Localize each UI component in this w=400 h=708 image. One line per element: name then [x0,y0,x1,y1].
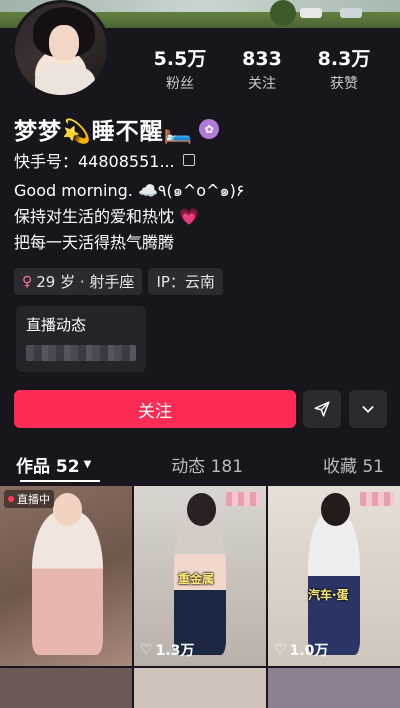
like-count: ♡ 1.3万 [140,640,194,660]
profile-name: 梦梦💫睡不醒🛏️ [14,119,194,145]
content-tabs: 作品 52 ▼ 动态 181 收藏 51 [0,444,400,484]
user-id-row: 快手号：44808551... [14,148,195,172]
tab-label: 作品 52 [16,456,80,477]
tab-favorites[interactable]: 收藏 51 [323,452,384,477]
active-tab-indicator [20,480,100,482]
live-now-badge: 直播中 [4,490,54,508]
chevron-down-icon [362,406,374,413]
video-thumbnail[interactable] [0,668,132,708]
video-caption: 汽车·蛋 [308,588,349,602]
like-count-value: 1.3万 [155,643,195,659]
like-count-value: 1.0万 [289,643,329,659]
stat-followers[interactable]: 5.5万 粉丝 [140,48,220,93]
blurred-tag [360,492,394,506]
blurred-tag [226,492,260,506]
share-button[interactable] [303,390,341,428]
avatar[interactable] [12,0,110,98]
stat-label: 粉丝 [166,76,194,92]
thumbnail-head [186,493,216,526]
copy-icon[interactable] [182,154,195,166]
live-dot-icon [8,496,14,502]
video-grid: 直播中 重金属 ♡ 1.3万 汽车·蛋 ♡ 1.0万 [0,486,400,708]
age-tag: ♀ 29 岁 · 射手座 [14,268,143,295]
female-icon: ♀ [22,273,33,290]
profile-stats: 5.5万 粉丝 833 关注 8.3万 获赞 [140,48,384,93]
thumbnail-head [320,493,350,526]
tag-label: 29 岁 · 射手座 [36,273,135,291]
heart-icon: ♡ [140,642,153,658]
video-thumbnail[interactable]: 汽车·蛋 ♡ 1.0万 [268,486,400,666]
video-caption: 重金属 [178,572,215,586]
stat-value: 8.3万 [317,48,371,70]
tab-moments[interactable]: 动态 181 [171,452,243,477]
live-card-title: 直播动态 [26,316,87,334]
live-activity-card[interactable]: 直播动态 [16,306,146,372]
caret-down-icon: ▼ [83,458,92,470]
stat-likes[interactable]: 8.3万 获赞 [304,48,384,93]
profile-bio: Good morning. ☁️٩(๑^o^๑)۶ 保持对生活的爱和热忱 💗 把… [14,178,244,256]
share-icon [314,401,330,417]
banner-car [300,8,322,18]
thumbnail-figure [31,511,103,656]
ip-tag: IP：云南 [148,268,223,295]
video-thumbnail[interactable] [134,668,266,708]
avatar-face [49,25,79,61]
like-count: ♡ 1.0万 [274,640,328,660]
avatar-body [35,65,95,95]
stat-label: 获赞 [330,76,358,92]
more-button[interactable] [349,390,387,428]
video-thumbnail[interactable]: 重金属 ♡ 1.3万 [134,486,266,666]
live-badge-label: 直播中 [17,493,50,506]
tag-label: IP：云南 [156,273,215,291]
stat-value: 833 [242,48,282,70]
thumbnail-figure [307,511,361,656]
banner-tree [270,0,296,26]
user-id: 快手号：44808551... [14,152,175,171]
bio-line: 把每一天活得热气腾腾 [14,233,175,252]
name-row: 梦梦💫睡不醒🛏️ ✿ [14,112,220,146]
video-thumbnail[interactable]: 直播中 [0,486,132,666]
level-badge-icon[interactable]: ✿ [199,119,220,139]
stat-label: 关注 [248,76,276,92]
banner-car [340,8,362,18]
blurred-content [26,345,136,361]
tab-works[interactable]: 作品 52 ▼ [16,452,91,477]
stat-following[interactable]: 833 关注 [222,48,302,93]
profile-tags: ♀ 29 岁 · 射手座 IP：云南 [14,268,223,295]
thumbnail-head [52,493,82,526]
video-thumbnail[interactable] [268,668,400,708]
follow-button[interactable]: 关注 [14,390,296,428]
bio-line: Good morning. ☁️٩(๑^o^๑)۶ [14,181,245,200]
heart-icon: ♡ [274,642,287,658]
stat-value: 5.5万 [153,48,207,70]
bio-line: 保持对生活的爱和热忱 💗 [14,207,200,226]
